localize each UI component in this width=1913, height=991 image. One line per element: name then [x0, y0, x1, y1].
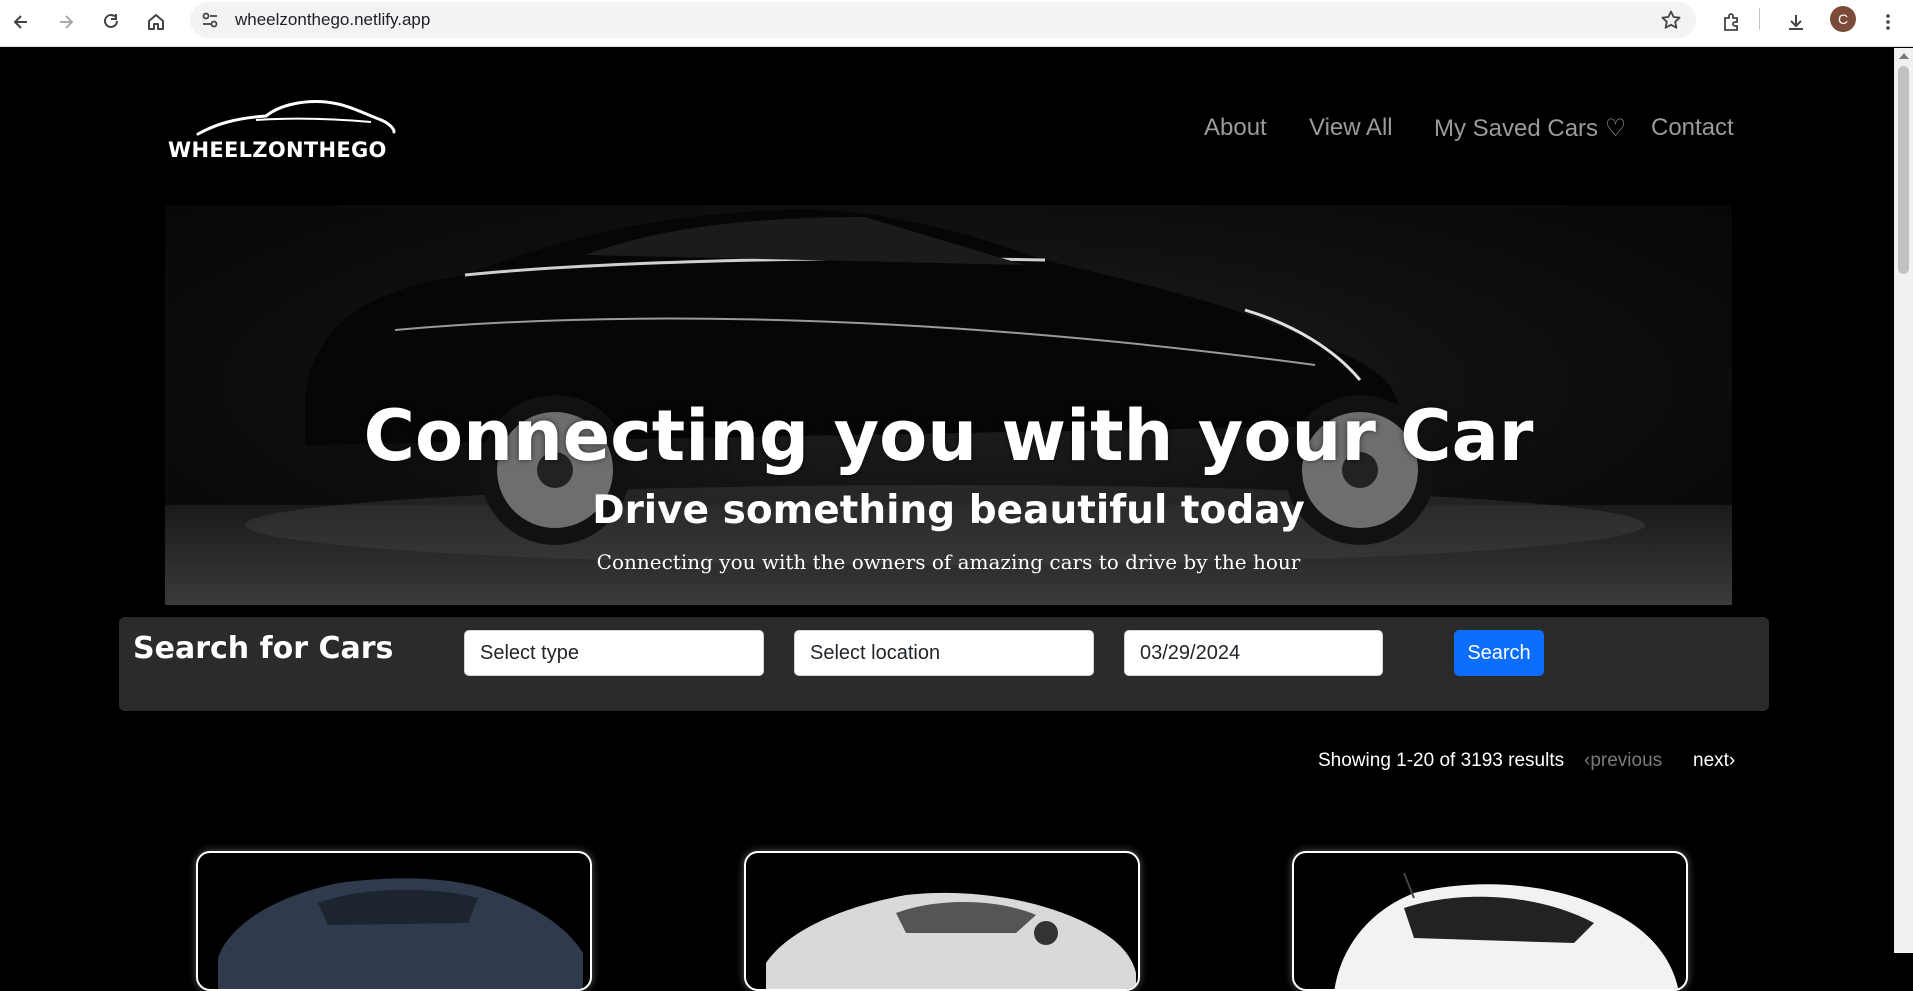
- back-icon: [13, 15, 27, 29]
- site-logo[interactable]: WHEELZONTHEGO: [166, 96, 406, 166]
- search-button[interactable]: Search: [1454, 630, 1544, 676]
- car-image: [766, 892, 1136, 989]
- reload-button[interactable]: [93, 4, 129, 40]
- nav-about[interactable]: About: [1204, 114, 1267, 142]
- previous-label: previous: [1590, 750, 1663, 771]
- scrollbar-thumb[interactable]: [1898, 66, 1909, 274]
- car-card[interactable]: [1292, 851, 1688, 991]
- nav-saved-cars[interactable]: My Saved Cars ♡: [1434, 114, 1626, 143]
- hero-subtitle: Drive something beautiful today: [592, 488, 1305, 533]
- car-card[interactable]: [744, 851, 1140, 991]
- nav-contact[interactable]: Contact: [1651, 114, 1734, 142]
- extensions-icon: [1724, 13, 1738, 31]
- reload-icon: [104, 13, 118, 28]
- scroll-up-icon[interactable]: [1899, 53, 1909, 59]
- home-button[interactable]: [138, 4, 174, 40]
- downloads-button[interactable]: [1778, 4, 1814, 40]
- location-select[interactable]: Select location: [794, 630, 1094, 676]
- home-icon: [148, 14, 164, 30]
- hero-title: Connecting you with your Car: [363, 395, 1534, 477]
- next-label: next: [1693, 750, 1729, 771]
- car-image: [1334, 872, 1679, 989]
- date-input[interactable]: 03/29/2024: [1124, 630, 1383, 676]
- profile-avatar[interactable]: C: [1830, 6, 1856, 32]
- search-panel: Search for Cars Select type Select locat…: [119, 617, 1769, 711]
- forward-icon: [60, 15, 74, 29]
- chevron-right-icon: ›: [1728, 750, 1736, 771]
- site-info-icon[interactable]: [200, 10, 220, 30]
- forward-button[interactable]: [48, 4, 84, 40]
- browser-toolbar: wheelzonthego.netlify.app C: [0, 0, 1913, 47]
- toolbar-divider: [1759, 8, 1760, 30]
- download-icon: [1789, 15, 1803, 30]
- back-button[interactable]: [3, 4, 39, 40]
- menu-dots-icon: [1886, 14, 1890, 30]
- search-title: Search for Cars: [133, 631, 394, 666]
- browser-menu-button[interactable]: [1870, 4, 1906, 40]
- next-button[interactable]: next›: [1693, 750, 1735, 772]
- url-text[interactable]: wheelzonthego.netlify.app: [235, 2, 430, 38]
- page-scrollbar[interactable]: [1894, 48, 1913, 953]
- nav-view-all[interactable]: View All: [1309, 114, 1393, 142]
- car-silhouette-logo-icon: [196, 100, 396, 136]
- bookmark-star-icon[interactable]: [1660, 9, 1682, 31]
- address-bar[interactable]: wheelzonthego.netlify.app: [190, 2, 1696, 38]
- logo-text: WHEELZONTHEGO: [168, 138, 387, 162]
- results-count: Showing 1-20 of 3193 results: [1318, 750, 1565, 771]
- previous-button[interactable]: ‹previous: [1584, 750, 1662, 772]
- car-card[interactable]: [196, 851, 592, 991]
- car-type-select[interactable]: Select type: [464, 630, 764, 676]
- extensions-button[interactable]: [1713, 4, 1749, 40]
- car-image: [218, 878, 583, 989]
- hero-banner: Connecting you with your Car Drive somet…: [165, 205, 1732, 605]
- hero-tagline: Connecting you with the owners of amazin…: [596, 550, 1301, 574]
